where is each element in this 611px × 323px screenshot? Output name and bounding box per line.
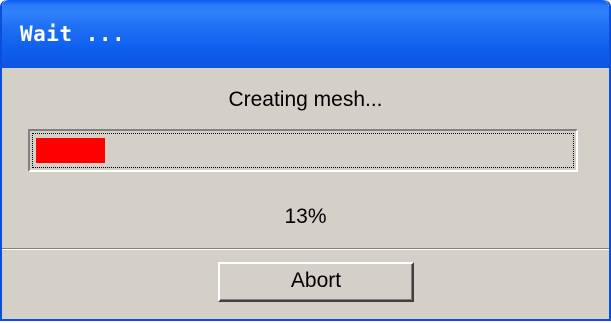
progress-bar [28,129,578,172]
dialog-body: Creating mesh... 13% Abort [2,68,609,319]
abort-button[interactable]: Abort [218,262,414,302]
separator [2,248,609,250]
progress-fill [36,138,105,163]
status-message: Creating mesh... [228,88,383,111]
progress-percent-label: 13% [284,205,327,228]
window-title: Wait ... [20,22,126,46]
title-bar[interactable]: Wait ... [2,0,609,68]
progress-track [32,133,574,168]
wait-dialog-window: Wait ... Creating mesh... 13% Abort [0,0,611,321]
